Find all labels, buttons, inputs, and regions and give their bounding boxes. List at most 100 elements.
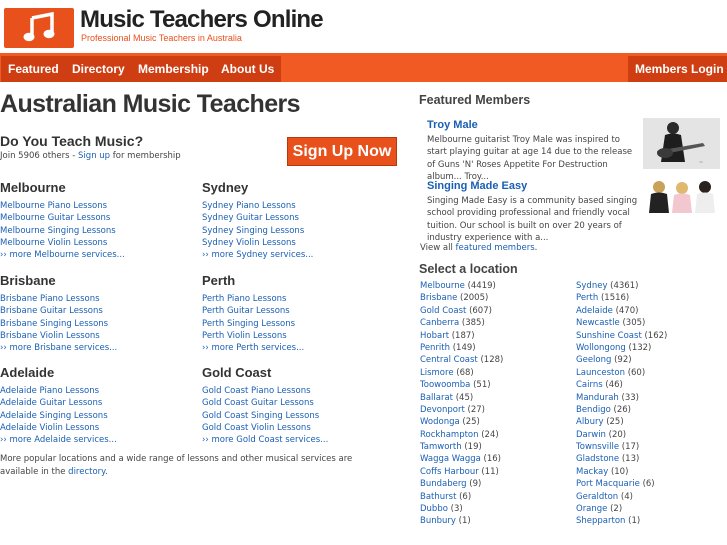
location-link[interactable]: Perth: [576, 293, 598, 303]
location-link[interactable]: Albury: [576, 417, 603, 427]
location-item: Albury (25): [576, 416, 667, 428]
location-link[interactable]: Devonport: [420, 405, 465, 415]
location-link[interactable]: Cairns: [576, 380, 603, 390]
location-link[interactable]: Geraldton: [576, 492, 618, 502]
location-item: Gladstone (13): [576, 453, 667, 465]
double-chevron-icon: ››: [0, 435, 7, 446]
city-link[interactable]: Perth Piano Lessons: [202, 293, 402, 305]
location-link[interactable]: Bunbury: [420, 516, 456, 526]
location-link[interactable]: Bendigo: [576, 405, 611, 415]
city-block-adelaide: Adelaide Adelaide Piano Lessons Adelaide…: [0, 365, 200, 446]
nav-featured[interactable]: Featured: [1, 56, 66, 82]
city-link[interactable]: Gold Coast Singing Lessons: [202, 410, 402, 422]
location-item: Coffs Harbour (11): [420, 466, 503, 478]
city-link[interactable]: Perth Violin Lessons: [202, 330, 402, 342]
city-link[interactable]: Adelaide Violin Lessons: [0, 422, 200, 434]
city-link[interactable]: Adelaide Singing Lessons: [0, 410, 200, 422]
view-all-prefix: View all: [420, 243, 456, 253]
location-link[interactable]: Lismore: [420, 368, 454, 378]
location-link[interactable]: Wollongong: [576, 343, 626, 353]
more-services-link[interactable]: ›› more Brisbane services...: [0, 342, 200, 354]
select-location-heading: Select a location: [419, 262, 518, 276]
location-link[interactable]: Bathurst: [420, 492, 456, 502]
location-link[interactable]: Sunshine Coast: [576, 331, 642, 341]
nav-directory[interactable]: Directory: [65, 56, 132, 82]
location-link[interactable]: Geelong: [576, 355, 611, 365]
troy-male-photo[interactable]: ~: [643, 118, 720, 169]
location-link[interactable]: Dubbo: [420, 504, 448, 514]
city-link[interactable]: Melbourne Violin Lessons: [0, 237, 200, 249]
city-link[interactable]: Adelaide Piano Lessons: [0, 385, 200, 397]
location-link[interactable]: Brisbane: [420, 293, 457, 303]
nav-membership[interactable]: Membership: [131, 56, 216, 82]
more-services-link[interactable]: ›› more Perth services...: [202, 342, 402, 354]
music-note-logo-icon[interactable]: [4, 8, 74, 48]
site-title[interactable]: Music Teachers Online: [80, 6, 324, 34]
location-link[interactable]: Gold Coast: [420, 306, 466, 316]
location-item: Townsville (17): [576, 441, 667, 453]
location-item: Penrith (149): [420, 342, 503, 354]
sign-up-link[interactable]: Sign up: [78, 151, 110, 161]
city-link[interactable]: Perth Singing Lessons: [202, 318, 402, 330]
more-services-link[interactable]: ›› more Adelaide services...: [0, 434, 200, 446]
city-link[interactable]: Gold Coast Piano Lessons: [202, 385, 402, 397]
location-link[interactable]: Ballarat: [420, 393, 453, 403]
city-link[interactable]: Sydney Singing Lessons: [202, 225, 402, 237]
city-link[interactable]: Brisbane Violin Lessons: [0, 330, 200, 342]
location-link[interactable]: Sydney: [576, 281, 607, 291]
directory-link[interactable]: directory: [68, 467, 105, 477]
location-link[interactable]: Launceston: [576, 368, 625, 378]
location-link[interactable]: Central Coast: [420, 355, 478, 365]
location-item: Ballarat (45): [420, 392, 503, 404]
location-link[interactable]: Gladstone: [576, 454, 619, 464]
location-link[interactable]: Rockhampton: [420, 430, 479, 440]
location-link[interactable]: Canberra: [420, 318, 459, 328]
city-link[interactable]: Melbourne Singing Lessons: [0, 225, 200, 237]
location-link[interactable]: Tamworth: [420, 442, 462, 452]
location-link[interactable]: Melbourne: [420, 281, 465, 291]
location-link[interactable]: Mandurah: [576, 393, 619, 403]
sign-up-now-button[interactable]: Sign Up Now: [287, 137, 397, 166]
city-link[interactable]: Gold Coast Violin Lessons: [202, 422, 402, 434]
location-link[interactable]: Newcastle: [576, 318, 620, 328]
location-link[interactable]: Toowoomba: [420, 380, 470, 390]
city-link[interactable]: Brisbane Singing Lessons: [0, 318, 200, 330]
singing-made-easy-photo[interactable]: [643, 178, 720, 214]
more-services-link[interactable]: ›› more Gold Coast services...: [202, 434, 402, 446]
city-link[interactable]: Adelaide Guitar Lessons: [0, 397, 200, 409]
svg-text:~: ~: [699, 160, 703, 166]
location-link[interactable]: Port Macquarie: [576, 479, 640, 489]
location-link[interactable]: Hobart: [420, 331, 449, 341]
location-link[interactable]: Wagga Wagga: [420, 454, 481, 464]
city-link[interactable]: Sydney Violin Lessons: [202, 237, 402, 249]
location-link[interactable]: Mackay: [576, 467, 608, 477]
location-item: Tamworth (19): [420, 441, 503, 453]
featured-members-heading: Featured Members: [419, 93, 531, 107]
location-link[interactable]: Wodonga: [420, 417, 460, 427]
city-link[interactable]: Perth Guitar Lessons: [202, 305, 402, 317]
location-link[interactable]: Townsville: [576, 442, 619, 452]
members-login-button[interactable]: Members Login: [628, 56, 727, 82]
city-link[interactable]: Melbourne Guitar Lessons: [0, 212, 200, 224]
nav-about-us[interactable]: About Us: [214, 56, 282, 82]
location-item: Newcastle (305): [576, 317, 667, 329]
city-link[interactable]: Brisbane Piano Lessons: [0, 293, 200, 305]
city-link[interactable]: Sydney Guitar Lessons: [202, 212, 402, 224]
city-link[interactable]: Gold Coast Guitar Lessons: [202, 397, 402, 409]
city-link[interactable]: Melbourne Piano Lessons: [0, 200, 200, 212]
location-link[interactable]: Coffs Harbour: [420, 467, 479, 477]
location-link[interactable]: Shepparton: [576, 516, 625, 526]
location-link[interactable]: Bundaberg: [420, 479, 467, 489]
location-link[interactable]: Penrith: [420, 343, 450, 353]
location-item: Bendigo (26): [576, 404, 667, 416]
more-services-link[interactable]: ›› more Sydney services...: [202, 249, 402, 261]
featured-members-link[interactable]: featured members: [456, 243, 535, 253]
city-link[interactable]: Brisbane Guitar Lessons: [0, 305, 200, 317]
location-count: (4): [620, 491, 633, 502]
location-link[interactable]: Adelaide: [576, 306, 613, 316]
city-link[interactable]: Sydney Piano Lessons: [202, 200, 402, 212]
more-services-label: more Melbourne services...: [9, 250, 125, 261]
location-link[interactable]: Darwin: [576, 430, 606, 440]
more-services-link[interactable]: ›› more Melbourne services...: [0, 249, 200, 261]
location-link[interactable]: Orange: [576, 504, 607, 514]
